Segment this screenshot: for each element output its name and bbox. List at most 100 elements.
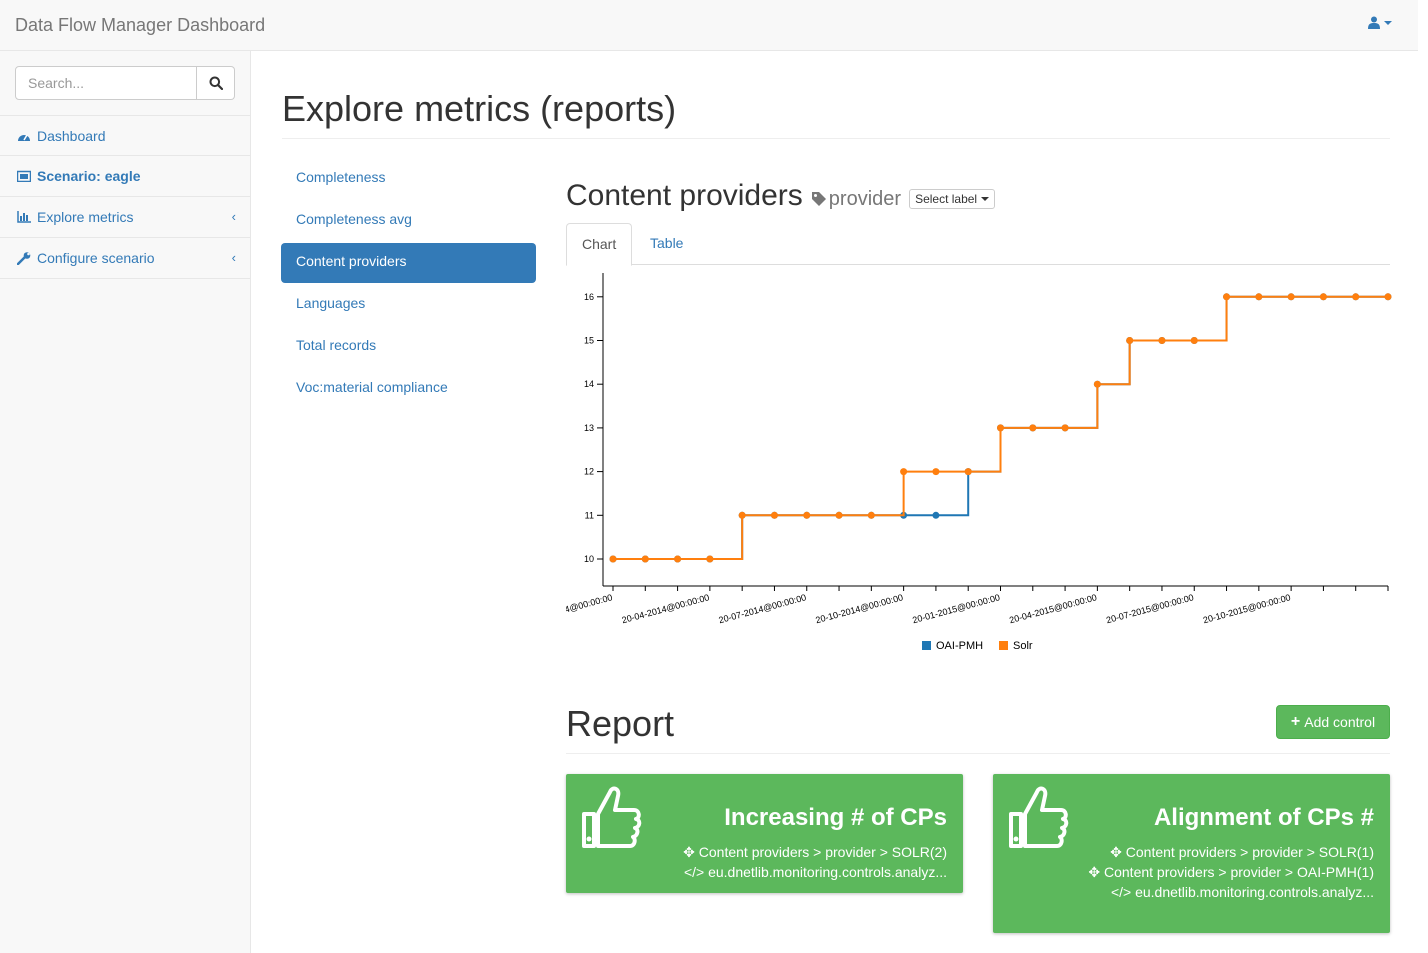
sidebar-item-explore-metrics[interactable]: Explore metrics ‹ [0,197,250,238]
sidebar: Dashboard Scenario: eagle Explore metric… [0,51,251,953]
code-icon: </> [1110,884,1136,900]
crosshair-icon: ✥ [1110,844,1126,860]
data-point [1352,293,1360,301]
y-tick-label: 13 [584,423,594,433]
search-icon [209,76,223,90]
tab-chart[interactable]: Chart [566,223,633,266]
sidebar-nav: Dashboard Scenario: eagle Explore metric… [0,115,250,279]
x-tick-label: 20-07-2015@00:00:00 [1105,592,1195,625]
data-point [997,424,1004,432]
data-point [738,511,746,519]
sidebar-item-dashboard[interactable]: Dashboard [0,115,250,156]
report-card[interactable]: Increasing # of CPs ✥ Content providers … [566,774,963,893]
data-point [1384,293,1392,301]
metric-item-content-providers[interactable]: Content providers [281,243,536,283]
data-point [932,511,940,519]
card-path-text: Content providers > provider > SOLR(1) [1125,844,1374,860]
thumbs-up-icon [1009,786,1069,848]
sidebar-item-label: Scenario: eagle [37,168,141,184]
chevron-down-icon [1384,20,1392,25]
thumbs-up-icon [582,786,642,848]
data-point [706,555,714,563]
x-tick-label: 20-01-2014@00:00:00 [566,592,614,625]
metric-item-completeness-avg[interactable]: Completeness avg [281,201,536,241]
metric-item-completeness[interactable]: Completeness [281,159,536,199]
data-point [1319,293,1327,301]
legend-label: Solr [1013,640,1033,652]
page-title: Explore metrics (reports) [282,88,677,129]
section-title: Content providers [566,179,803,212]
data-point [835,511,843,519]
data-point [1126,337,1134,344]
x-tick-label: 20-04-2014@00:00:00 [621,592,711,625]
sidebar-item-label: Dashboard [37,127,106,144]
x-tick-label: 20-01-2015@00:00:00 [911,592,1001,625]
user-menu[interactable] [1368,16,1392,29]
data-point [803,511,811,519]
card-path: ✥ Content providers > provider > SOLR(2) [656,842,947,862]
x-tick-label: 20-07-2014@00:00:00 [718,592,808,625]
metric-item-voc-material-compliance[interactable]: Voc:material compliance [281,369,536,409]
data-point [1287,293,1295,301]
x-tick-label: 20-10-2015@00:00:00 [1202,592,1292,625]
search-group [15,66,235,100]
search-button[interactable] [197,66,235,100]
y-tick-label: 14 [584,379,594,389]
sidebar-item-label: Explore metrics [37,209,134,225]
brand-title[interactable]: Data Flow Manager Dashboard [15,15,265,36]
card-path: ✥ Content providers > provider > OAI-PMH… [1083,862,1374,882]
code-icon: </> [683,864,709,880]
tag-text: provider [828,187,902,210]
tag-label: provider [811,188,901,211]
tab-table[interactable]: Table [635,223,698,265]
bar-chart-icon [17,211,31,223]
chevron-left-icon: ‹ [231,250,236,265]
card-code: </> eu.dnetlib.monitoring.controls.analy… [1083,882,1374,902]
report-card[interactable]: Alignment of CPs # ✥ Content providers >… [993,774,1390,933]
data-point [900,468,908,476]
card-path: ✥ Content providers > provider > SOLR(1) [1083,842,1374,862]
data-point [1255,293,1263,301]
metrics-nav: Completeness Completeness avg Content pr… [281,159,536,411]
data-point [867,511,875,519]
card-code-text: eu.dnetlib.monitoring.controls.analyz... [708,864,947,880]
data-point [1223,293,1231,301]
chart-tabs: Chart Table [566,223,1390,266]
wrench-icon [17,251,31,265]
card-code: </> eu.dnetlib.monitoring.controls.analy… [656,862,947,882]
card-path-text: Content providers > provider > OAI-PMH(1… [1104,864,1374,880]
data-point [1093,380,1101,388]
legend-swatch [999,641,1008,650]
data-point [641,555,649,563]
legend-swatch [922,641,931,650]
x-tick-label: 20-10-2014@00:00:00 [814,592,904,625]
chevron-down-icon [981,197,990,201]
card-title: Alignment of CPs # [1153,804,1374,831]
metric-item-total-records[interactable]: Total records [281,327,536,367]
tag-icon [811,192,826,206]
select-label-text: Select label [915,192,978,206]
legend-label: OAI-PMH [936,640,983,652]
x-tick-label: 20-04-2015@00:00:00 [1008,592,1098,625]
sidebar-item-configure-scenario[interactable]: Configure scenario ‹ [0,238,250,279]
content-providers-chart: 1011121314151620-01-2014@00:00:00 20-04-2… [566,273,1392,652]
sidebar-item-scenario[interactable]: Scenario: eagle [0,156,250,197]
dashboard-icon [17,130,31,142]
plus-icon: + [1290,713,1301,730]
sidebar-item-label: Configure scenario [37,250,155,266]
camera-icon [17,170,31,182]
metric-item-languages[interactable]: Languages [281,285,536,325]
data-point [609,555,617,563]
add-control-label: Add control [1304,714,1376,730]
y-tick-label: 15 [584,336,594,346]
crosshair-icon: ✥ [1088,864,1104,880]
y-tick-label: 11 [585,510,594,520]
search-input[interactable] [15,66,197,100]
y-tick-label: 10 [584,554,594,564]
chevron-left-icon: ‹ [231,209,236,224]
select-label-dropdown[interactable]: Select label [909,189,996,209]
title-divider [282,138,1390,139]
add-control-button[interactable]: + Add control [1276,705,1390,739]
section-header: Content providers provider Select label [566,179,996,213]
data-point [1029,424,1037,432]
